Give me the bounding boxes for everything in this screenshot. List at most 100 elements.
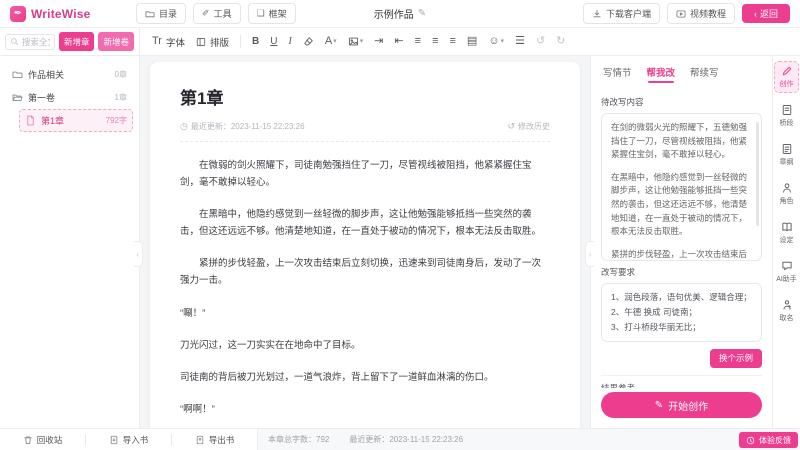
folder-open-icon [12,92,23,103]
list-button[interactable]: ☰ [515,36,525,47]
video-icon [676,9,686,19]
trash-icon [23,435,33,445]
writewise-app: ✒ WriteWise 目录 ✐ 工具 ❏ 框架 示例作品 ✎ 下载客户端 [0,0,800,450]
underline-button[interactable]: U [270,37,277,47]
edit-title-icon[interactable]: ✎ [418,8,426,19]
status-bar: 本章总字数：792 最近更新：2023-11-15 22:23:26 [258,429,463,450]
source-textarea[interactable]: 在剑的微弱火光的照耀下，五德勉强挡住了一刀，尽管视线被阻挡，他紧紧握住宝剑，毫不… [601,113,762,261]
collapse-assistant-handle[interactable]: › [585,241,594,267]
folder-icon [145,9,155,19]
start-writing-button[interactable]: ✎ 开始创作 [601,392,762,418]
source-paragraph: 在黑暗中，他隐约感觉到一丝轻微的脚步声，这让他勉强能够抵挡一些突然的袭击，但这还… [611,171,752,239]
document-title: 示例作品 ✎ [374,6,426,21]
revision-history-button[interactable]: ↺ 修改历史 [507,121,550,132]
editor-paragraph[interactable]: 在黑暗中，他隐约感觉到一丝轻微的脚步声，这让他勉强能够抵挡一些突然的袭击，但这还… [180,206,550,240]
folder-icon [12,69,23,80]
italic-button[interactable]: I [288,37,291,47]
grid-icon [196,37,206,47]
add-volume-button[interactable]: 新增卷 [98,32,134,51]
sidebar-item-work-related[interactable]: 作品相关 0章 [6,63,133,86]
font-tr-icon: Tr [152,36,162,47]
format-toolbar: 新增章 新增卷 Tr 字体 排版 B U I A▾ ▾ ⇥ ⇤ ≡ ≡ ≡ ▤ [0,28,800,56]
bold-button[interactable]: B [252,37,259,47]
main-area: 作品相关 0章 第一卷 1章 第1章 792字 第1章 ◷ 最近更新： 2 [0,56,800,428]
caret-down-icon: ▾ [360,38,364,45]
recycle-bin-button[interactable]: 回收站 [23,434,63,446]
highlight-block-button[interactable]: ▤ [467,36,477,47]
sidebar-item-chapter-1[interactable]: 第1章 792字 [19,109,133,132]
back-chevron-icon: ‹ [754,9,757,19]
pen-icon [781,65,793,77]
clock-icon: ◷ [180,121,188,132]
editor-paragraph[interactable]: 在微弱的剑火照耀下，司徒南勉强挡住了一刀，尽管视线被阻挡，他紧紧握住宝剑，毫不敢… [180,157,550,191]
requirement-line: 1、润色段落，语句优美、逻辑合理； [611,290,752,305]
rail-item-chapter-outline[interactable]: 章纲 [774,139,799,171]
align-left-button[interactable]: ≡ [415,36,421,47]
undo-button[interactable]: ↺ [536,36,545,47]
source-paragraph: 紧拼的步伐轻盈，上一次攻击结束后立刻切换，迅速来到午德身后，发动了一次强力一击。 [611,248,752,261]
rail-item-naming[interactable]: 取名 [774,295,799,327]
rail-item-setting[interactable]: 设定 [774,217,799,249]
collapse-sidebar-handle[interactable]: ‹ [134,241,143,267]
clear-format-icon[interactable] [303,36,314,47]
requirements-textarea[interactable]: 1、润色段落，语句优美、逻辑合理； 2、午德 换成 司徒南； 3、打斗桥段华丽无… [601,283,762,342]
footer-separator [171,434,172,445]
align-right-button[interactable]: ≡ [449,36,455,47]
outline-icon [781,143,793,155]
download-client-button[interactable]: 下载客户端 [583,3,660,24]
search-input[interactable] [22,37,50,47]
download-icon [592,9,602,19]
toolbar-left: 新增章 新增卷 [0,28,140,55]
emoji-button[interactable]: ☺▾ [488,36,504,47]
editor-paragraph[interactable]: 司徒南的背后被刀光划过，一道气浪炸，背上留下了一道鲜血淋漓的伤口。 [180,369,550,386]
import-book-button[interactable]: 导入书 [109,434,149,446]
chapter-title: 第1章 [180,84,550,109]
tab-help-me-revise[interactable]: 帮我改 [647,65,676,82]
search-icon [10,37,19,46]
indent-increase-button[interactable]: ⇥ [374,36,383,47]
caret-down-icon: ▾ [501,38,505,45]
directory-button[interactable]: 目录 [136,3,186,24]
layout-button[interactable]: 排版 [196,35,229,49]
tools-button[interactable]: ✐ 工具 [193,3,241,24]
ai-assistant-panel: 写情节 帮我改 帮续写 待改写内容 在剑的微弱火光的照耀下，五德勉强挡住了一刀，… [590,56,772,428]
add-chapter-button[interactable]: 新增章 [59,32,95,51]
export-book-button[interactable]: 导出书 [195,434,235,446]
tab-help-continue[interactable]: 帮续写 [690,65,719,82]
change-example-button[interactable]: 换个示例 [710,349,762,368]
top-nav: 目录 ✐ 工具 ❏ 框架 [136,3,296,24]
back-button[interactable]: ‹ 返回 [742,4,790,23]
frame-icon: ❏ [257,9,265,18]
editor-paragraph[interactable]: “唰！” [180,305,550,322]
framework-button[interactable]: ❏ 框架 [248,3,296,24]
rail-item-plot-segment[interactable]: 桥段 [774,100,799,132]
name-tag-icon [781,299,793,311]
rail-item-character[interactable]: 角色 [774,178,799,210]
scrollbar-thumb[interactable] [756,122,759,226]
font-color-button[interactable]: A▾ [325,36,337,47]
document-icon [781,104,793,116]
editor-paragraph[interactable]: 刀光闪过，这一刀实实在在地命中了目标。 [180,337,550,354]
font-button[interactable]: Tr 字体 [152,35,185,49]
editor-paper[interactable]: 第1章 ◷ 最近更新： 2023-11-15 22:23:26 ↺ 修改历史 在… [150,62,580,428]
sidebar-item-volume-1[interactable]: 第一卷 1章 [6,86,133,109]
bottom-bar: 回收站 导入书 导出书 本章总字数：792 最近更新：2023-11-15 22… [0,428,800,450]
feedback-badge[interactable]: 体验反馈 [739,432,798,448]
top-bar: ✒ WriteWise 目录 ✐ 工具 ❏ 框架 示例作品 ✎ 下载客户端 [0,0,800,28]
rail-item-ai-assistant[interactable]: AI助手 [774,256,799,288]
footer-separator [85,434,86,445]
video-tutorial-button[interactable]: 视频教程 [667,3,735,24]
tab-write-plot[interactable]: 写情节 [603,65,632,82]
assistant-body: 待改写内容 在剑的微弱火光的照耀下，五德勉强挡住了一刀，尽管视线被阻挡，他紧紧握… [591,89,772,388]
rail-item-create[interactable]: 创作 [774,61,799,93]
updated-time: 2023-11-15 22:23:26 [231,122,305,131]
editor-paragraph[interactable]: 紧拼的步伐轻盈，上一次攻击结束后立刻切换，迅速来到司徒南身后，发动了一次强力一击… [180,255,550,289]
redo-button[interactable]: ↻ [556,36,565,47]
updated-label: 最近更新： [191,121,231,132]
align-center-button[interactable]: ≡ [432,36,438,47]
editor-paragraph[interactable]: “啊啊！” [180,401,550,418]
insert-image-button[interactable]: ▾ [348,36,364,47]
requirement-line: 2、午德 换成 司徒南； [611,305,752,320]
indent-decrease-button[interactable]: ⇤ [394,36,403,47]
search-box[interactable] [5,34,55,50]
